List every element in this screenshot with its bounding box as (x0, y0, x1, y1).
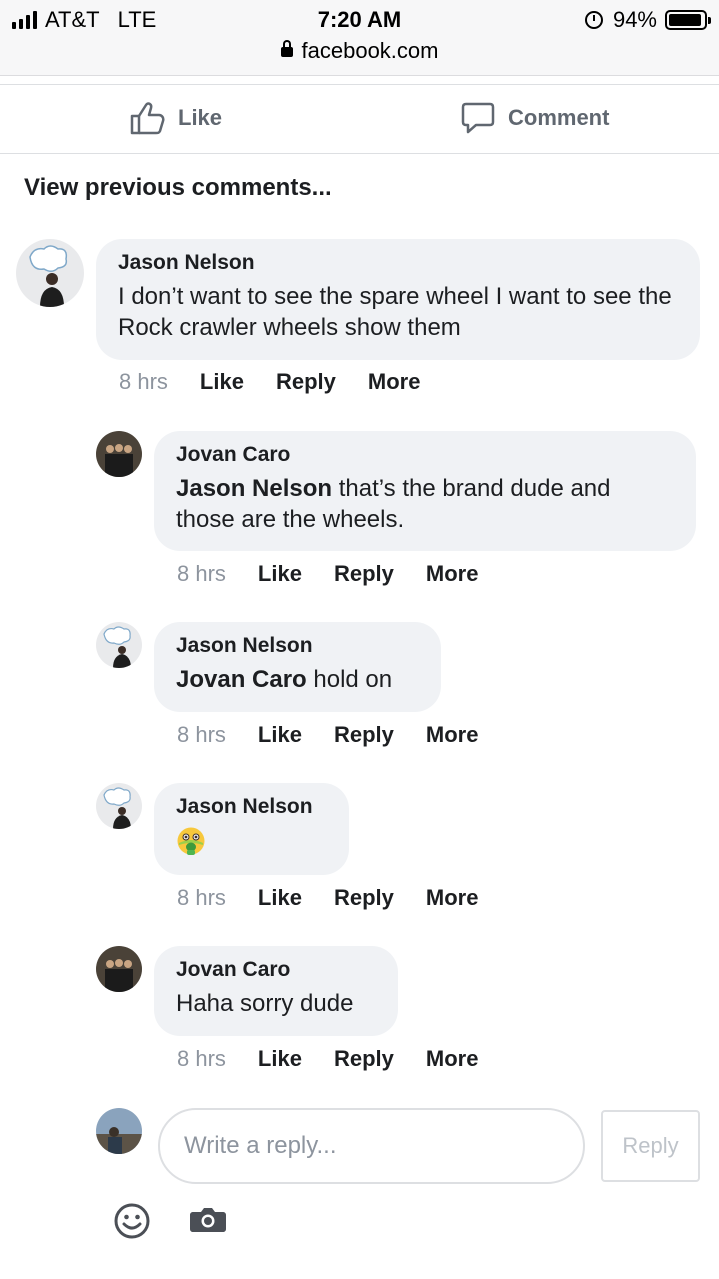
battery-icon (665, 10, 711, 30)
comment-post-label: Comment (508, 105, 610, 130)
comment-reply-button[interactable]: Reply (334, 1046, 394, 1072)
comment-bubble[interactable]: Jason Nelson 🤮 (154, 783, 349, 875)
comment-bubble[interactable]: Jason Nelson I don’t want to see the spa… (96, 239, 700, 360)
comment-author[interactable]: Jason Nelson (118, 251, 678, 275)
comment-time[interactable]: 8 hrs (177, 561, 226, 587)
comment-time[interactable]: 8 hrs (177, 722, 226, 748)
comment-reply-button[interactable]: Reply (276, 369, 336, 395)
comment-like-button[interactable]: Like (200, 369, 244, 395)
comment-like-button[interactable]: Like (258, 885, 302, 911)
comment-more-button[interactable]: More (426, 561, 479, 587)
comment-more-button[interactable]: More (426, 885, 479, 911)
avatar-jason-icon (16, 239, 84, 307)
post-action-bar: Like Comment (0, 84, 719, 154)
comment-author[interactable]: Jovan Caro (176, 958, 376, 982)
like-post-button[interactable]: Like (130, 101, 222, 135)
avatar[interactable] (96, 946, 142, 992)
avatar[interactable] (16, 239, 84, 307)
emoji-icon[interactable] (113, 1202, 151, 1240)
battery-percent: 94% (612, 7, 657, 32)
comment-meta: 8 hrs Like Reply More (177, 722, 510, 748)
comment-body: hold on (306, 666, 393, 693)
comment-text: Haha sorry dude (176, 988, 376, 1019)
comment-bubble[interactable]: Jovan Caro Haha sorry dude (154, 946, 398, 1036)
comment-more-button[interactable]: More (426, 722, 479, 748)
url-text: facebook.com (301, 38, 439, 63)
address-bar[interactable]: facebook.com (0, 38, 719, 64)
comment-reply-button[interactable]: Reply (334, 722, 394, 748)
avatar[interactable] (96, 783, 142, 829)
comment-more-button[interactable]: More (426, 1046, 479, 1072)
comment-meta: 8 hrs Like Reply More (119, 369, 452, 395)
comment-like-button[interactable]: Like (258, 561, 302, 587)
avatar[interactable] (96, 431, 142, 477)
comment-time[interactable]: 8 hrs (119, 369, 168, 395)
composer-avatar (96, 1108, 142, 1154)
comment-time[interactable]: 8 hrs (177, 1046, 226, 1072)
like-post-label: Like (178, 105, 223, 130)
comment-reply-button[interactable]: Reply (334, 885, 394, 911)
comment-like-button[interactable]: Like (258, 1046, 302, 1072)
avatar-current-user-icon (96, 1108, 142, 1154)
alarm-icon (584, 11, 603, 29)
comment-meta: 8 hrs Like Reply More (177, 561, 510, 587)
comment-like-button[interactable]: Like (258, 722, 302, 748)
comment-author[interactable]: Jason Nelson (176, 795, 327, 819)
avatar[interactable] (96, 622, 142, 668)
browser-top-bar: AT&T LTE 7:20 AM 94% facebook.com (0, 0, 719, 76)
avatar-jovan-icon (96, 431, 142, 477)
comment-mention[interactable]: Jason Nelson (176, 475, 332, 502)
comment-time[interactable]: 8 hrs (177, 885, 226, 911)
thumbs-up-icon (130, 102, 165, 135)
comment-mention[interactable]: Jovan Caro (176, 666, 307, 693)
comment-author[interactable]: Jason Nelson (176, 634, 419, 658)
comment-text: 🤮 (176, 825, 327, 856)
comment-body: I don’t want to see the spare wheel I wa… (118, 283, 672, 341)
comment-text: Jovan Caro hold on (176, 664, 419, 695)
comment-meta: 8 hrs Like Reply More (177, 885, 510, 911)
comment-more-button[interactable]: More (368, 369, 421, 395)
comment-post-button[interactable]: Comment (460, 101, 609, 135)
comment-bubble[interactable]: Jovan Caro Jason Nelson that’s the brand… (154, 431, 696, 551)
comment-text: I don’t want to see the spare wheel I wa… (118, 281, 678, 343)
speech-bubble-icon (461, 102, 495, 134)
comment-meta: 8 hrs Like Reply More (177, 1046, 510, 1072)
camera-icon[interactable] (190, 1206, 226, 1234)
reply-submit-button[interactable]: Reply (601, 1110, 700, 1182)
comment-body: Haha sorry dude (176, 990, 354, 1017)
comment-text: Jason Nelson that’s the brand dude and t… (176, 473, 674, 535)
reply-input[interactable] (158, 1108, 585, 1184)
avatar-jason-icon (96, 622, 142, 668)
view-previous-comments-link[interactable]: View previous comments... (24, 174, 332, 202)
comment-bubble[interactable]: Jason Nelson Jovan Caro hold on (154, 622, 441, 712)
avatar-jason-icon (96, 783, 142, 829)
lock-icon (280, 40, 293, 57)
avatar-jovan-icon (96, 946, 142, 992)
vomiting-face-icon (177, 827, 205, 855)
comment-reply-button[interactable]: Reply (334, 561, 394, 587)
comment-author[interactable]: Jovan Caro (176, 443, 674, 467)
status-right: 94% (584, 7, 711, 33)
